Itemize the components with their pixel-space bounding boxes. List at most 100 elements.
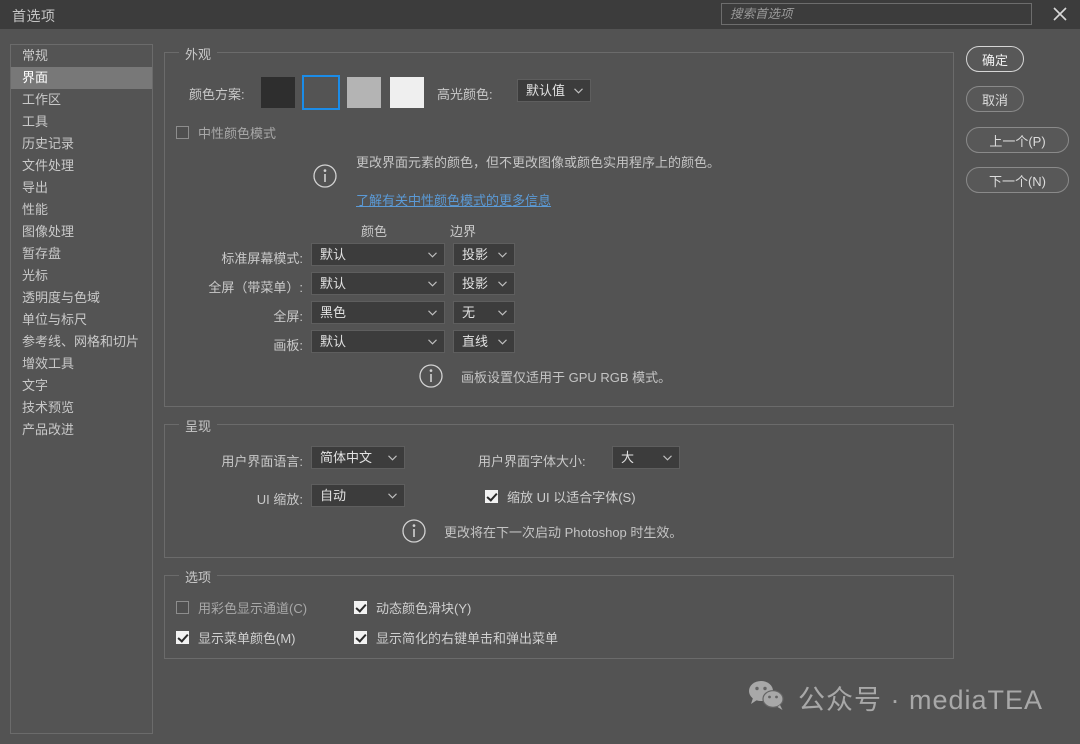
fullscreen-with-menu-border-dropdown[interactable]: 投影 <box>453 272 515 295</box>
appearance-group-legend: 外观 <box>179 44 218 63</box>
neutral-color-mode-link[interactable]: 了解有关中性颜色模式的更多信息 <box>356 190 551 209</box>
chevron-down-icon <box>428 310 437 316</box>
preferences-dialog: 首选项 常规 界面 工作区 工具 历史记录 文件处理 导出 性能 图像处理 暂存… <box>0 0 1080 744</box>
neutral-color-mode-label: 中性颜色模式 <box>198 126 277 141</box>
fullscreen-with-menu-label: 全屏（带菜单）: <box>208 280 303 295</box>
dropdown-value: 投影 <box>462 247 489 262</box>
sidebar-item-general[interactable]: 常规 <box>11 45 152 67</box>
ui-language-label: 用户界面语言: <box>221 454 303 469</box>
artboard-color-dropdown[interactable]: 默认 <box>311 330 445 353</box>
show-channels-in-color-checkbox[interactable]: 用彩色显示通道(C) <box>176 598 307 617</box>
color-theme-swatch-dark[interactable] <box>302 75 340 110</box>
show-channels-in-color-label: 用彩色显示通道(C) <box>198 601 308 616</box>
sidebar-item-product-improvement[interactable]: 产品改进 <box>11 419 152 441</box>
color-theme-swatch-lightest[interactable] <box>390 77 424 108</box>
checkbox-box <box>354 631 367 644</box>
dropdown-value: 黑色 <box>320 305 347 320</box>
sidebar-item-label: 暂存盘 <box>22 246 62 261</box>
simplified-context-menus-label: 显示简化的右键单击和弹出菜单 <box>376 631 559 646</box>
cancel-button[interactable]: 取消 <box>966 86 1024 112</box>
watermark: 公众号 · mediaTEA <box>748 678 1043 717</box>
standard-screen-mode-border-dropdown[interactable]: 投影 <box>453 243 515 266</box>
sidebar-item-history[interactable]: 历史记录 <box>11 133 152 155</box>
category-sidebar[interactable]: 常规 界面 工作区 工具 历史记录 文件处理 导出 性能 图像处理 暂存盘 光标… <box>10 44 153 734</box>
highlight-color-value: 默认值 <box>526 83 566 98</box>
chevron-down-icon <box>498 252 507 258</box>
options-group: 选项 用彩色显示通道(C) 动态颜色滑块(Y) 显示菜单颜色(M) 显示简化的右… <box>164 567 954 659</box>
artboard-border-dropdown[interactable]: 直线 <box>453 330 515 353</box>
ui-language-value: 简体中文 <box>320 450 373 465</box>
sidebar-item-image-processing[interactable]: 图像处理 <box>11 221 152 243</box>
sidebar-item-type[interactable]: 文字 <box>11 375 152 397</box>
dropdown-value: 直线 <box>462 334 489 349</box>
ui-font-size-value: 大 <box>621 450 635 465</box>
dynamic-color-sliders-checkbox[interactable]: 动态颜色滑块(Y) <box>354 598 471 617</box>
checkbox-box <box>176 601 189 614</box>
color-theme-swatch-light[interactable] <box>347 77 381 108</box>
fullscreen-with-menu-color-dropdown[interactable]: 默认 <box>311 272 445 295</box>
info-icon <box>312 163 338 189</box>
checkbox-box <box>176 631 189 644</box>
sidebar-item-cursors[interactable]: 光标 <box>11 265 152 287</box>
sidebar-item-label: 图像处理 <box>22 224 75 239</box>
presentation-group: 呈现 用户界面语言: 简体中文 用户界面字体大小: 大 UI 缩放: 自动 缩放… <box>164 416 954 558</box>
chevron-down-icon <box>428 281 437 287</box>
sidebar-item-units-rulers[interactable]: 单位与标尺 <box>11 309 152 331</box>
color-theme-swatch-darkest[interactable] <box>261 77 295 108</box>
title-bar: 首选项 <box>0 0 1080 29</box>
standard-screen-mode-color-dropdown[interactable]: 默认 <box>311 243 445 266</box>
sidebar-item-label: 常规 <box>22 48 49 63</box>
chevron-down-icon <box>498 339 507 345</box>
sidebar-item-plugins[interactable]: 增效工具 <box>11 353 152 375</box>
scale-ui-to-font-checkbox[interactable]: 缩放 UI 以适合字体(S) <box>485 487 636 506</box>
previous-button[interactable]: 上一个(P) <box>966 127 1069 153</box>
color-theme-label: 颜色方案: <box>189 87 245 102</box>
checkbox-box <box>354 601 367 614</box>
options-group-legend: 选项 <box>179 567 218 586</box>
show-menu-colors-checkbox[interactable]: 显示菜单颜色(M) <box>176 628 296 647</box>
highlight-color-dropdown[interactable]: 默认值 <box>517 79 591 102</box>
chevron-down-icon <box>498 310 507 316</box>
restart-note: 更改将在下一次启动 Photoshop 时生效。 <box>444 525 683 540</box>
neutral-color-mode-note: 更改界面元素的颜色，但不更改图像或颜色实用程序上的颜色。 <box>356 155 721 170</box>
scale-ui-to-font-label: 缩放 UI 以适合字体(S) <box>507 490 636 505</box>
sidebar-item-file-handling[interactable]: 文件处理 <box>11 155 152 177</box>
sidebar-item-scratch-disks[interactable]: 暂存盘 <box>11 243 152 265</box>
sidebar-item-label: 光标 <box>22 268 49 283</box>
dropdown-value: 无 <box>462 305 476 320</box>
sidebar-item-label: 导出 <box>22 180 49 195</box>
chevron-down-icon <box>388 455 397 461</box>
sidebar-item-label: 工具 <box>22 114 49 129</box>
ui-font-size-dropdown[interactable]: 大 <box>612 446 680 469</box>
sidebar-item-tools[interactable]: 工具 <box>11 111 152 133</box>
ui-scaling-value: 自动 <box>320 488 347 503</box>
simplified-context-menus-checkbox[interactable]: 显示简化的右键单击和弹出菜单 <box>354 628 558 647</box>
sidebar-item-export[interactable]: 导出 <box>11 177 152 199</box>
sidebar-item-interface[interactable]: 界面 <box>11 67 152 89</box>
sidebar-item-guides-grid-slices[interactable]: 参考线、网格和切片 <box>11 331 152 353</box>
sidebar-item-label: 产品改进 <box>22 422 75 437</box>
chevron-down-icon <box>428 252 437 258</box>
sidebar-item-technology-previews[interactable]: 技术预览 <box>11 397 152 419</box>
search-input[interactable] <box>722 4 1031 24</box>
search-preferences-box[interactable] <box>721 3 1032 25</box>
ui-language-dropdown[interactable]: 简体中文 <box>311 446 405 469</box>
close-icon[interactable] <box>1048 2 1072 26</box>
ok-button[interactable]: 确定 <box>966 46 1024 72</box>
sidebar-item-transparency-gamut[interactable]: 透明度与色域 <box>11 287 152 309</box>
window-title: 首选项 <box>12 8 56 24</box>
sidebar-item-label: 性能 <box>22 202 49 217</box>
checkbox-box <box>176 126 189 139</box>
fullscreen-border-dropdown[interactable]: 无 <box>453 301 515 324</box>
sidebar-item-workspace[interactable]: 工作区 <box>11 89 152 111</box>
fullscreen-color-dropdown[interactable]: 黑色 <box>311 301 445 324</box>
highlight-color-label: 高光颜色: <box>437 87 493 102</box>
sidebar-item-performance[interactable]: 性能 <box>11 199 152 221</box>
ui-scaling-dropdown[interactable]: 自动 <box>311 484 405 507</box>
next-button[interactable]: 下一个(N) <box>966 167 1069 193</box>
dropdown-value: 默认 <box>320 247 347 262</box>
sidebar-item-label: 界面 <box>22 70 49 85</box>
neutral-color-mode-checkbox[interactable]: 中性颜色模式 <box>176 123 276 142</box>
standard-screen-mode-label: 标准屏幕模式: <box>221 251 303 266</box>
ui-font-size-label: 用户界面字体大小: <box>478 454 586 469</box>
